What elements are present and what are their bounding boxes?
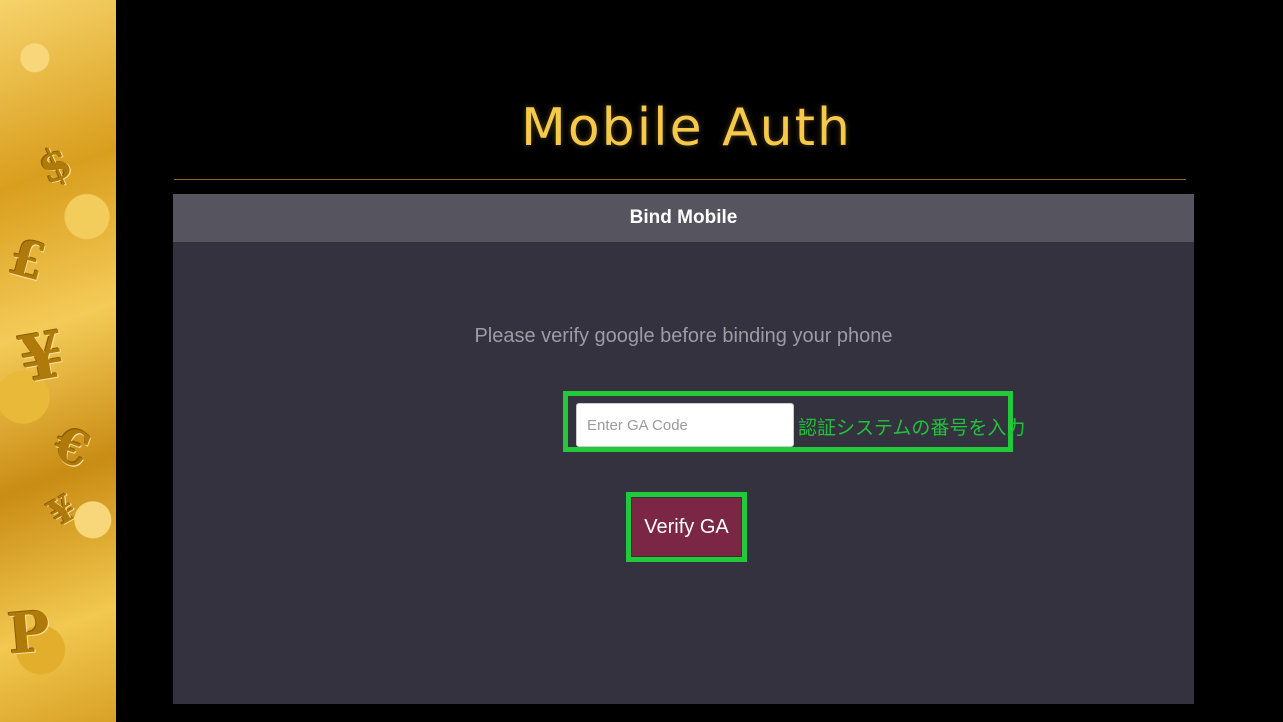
slide: $ £ ¥ € ¥ P Mobile Auth Bind Mobile Plea…: [0, 0, 1283, 722]
verify-ga-button[interactable]: Verify GA: [632, 498, 741, 556]
peso-symbol-icon: P: [5, 598, 53, 668]
ga-code-annotation: 認証システムの番号を入力: [798, 417, 1026, 439]
ga-code-input[interactable]: [576, 403, 794, 447]
euro-symbol-icon: €: [46, 415, 97, 481]
yen-symbol-icon: ¥: [13, 316, 71, 399]
pound-symbol-icon: £: [2, 226, 52, 293]
bind-mobile-panel: Bind Mobile Please verify google before …: [173, 194, 1194, 704]
slide-title: Mobile Auth: [521, 98, 852, 158]
yen-symbol-icon: ¥: [41, 486, 84, 536]
panel-header: Bind Mobile: [173, 194, 1194, 242]
verify-instruction-text: Please verify google before binding your…: [474, 325, 893, 347]
title-divider: [174, 179, 1186, 180]
